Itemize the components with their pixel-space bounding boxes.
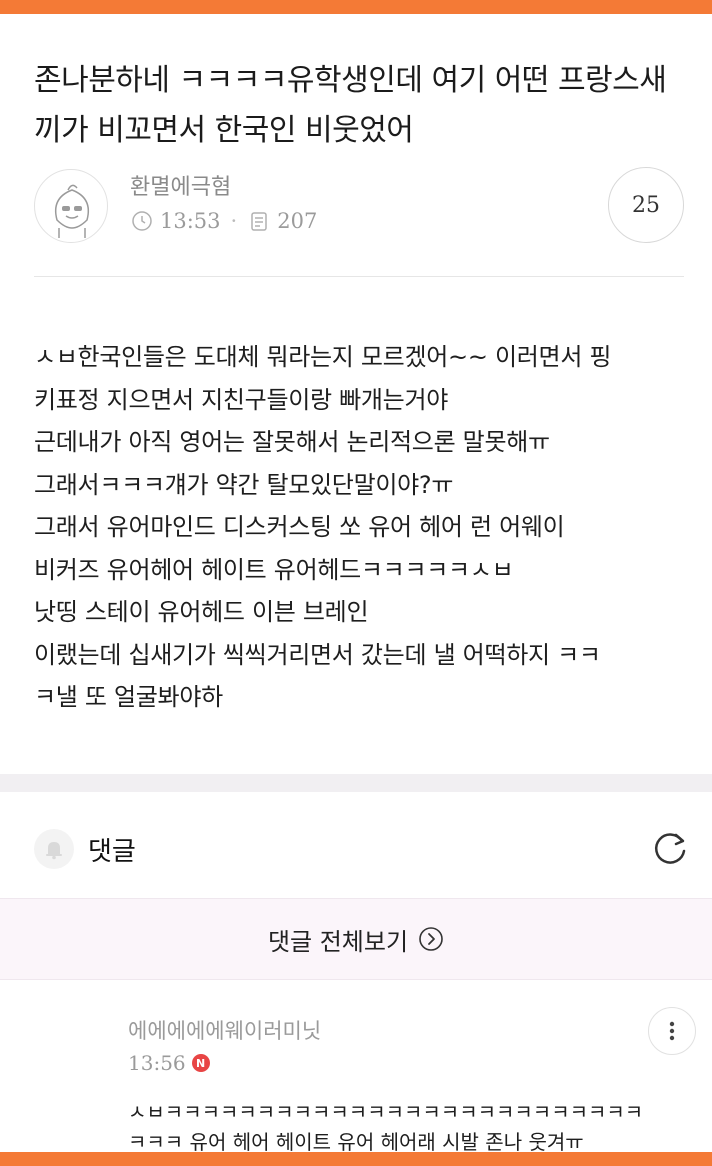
comment-text: ㅅㅂㅋㅋㅋㅋㅋㅋㅋㅋㅋㅋㅋㅋㅋㅋㅋㅋㅋㅋㅋㅋㅋㅋㅋㅋㅋㅋ ㅋㅋㅋ 유어 헤어 헤… <box>128 1097 688 1157</box>
comments-header: 댓글 <box>34 825 694 875</box>
comment-time-row: 13:56 N <box>128 1051 210 1075</box>
meta-separator: · <box>230 209 238 233</box>
post-body-line: 낫띵 스테이 유어헤드 이븐 브레인 <box>34 598 369 626</box>
post-time: 13:53 <box>160 209 221 233</box>
post-body-line: ㅋ낼 또 얼굴봐야하 <box>34 683 223 711</box>
bottom-accent-bar <box>0 1152 712 1166</box>
refresh-icon[interactable] <box>648 827 692 871</box>
post-body-line: 그래서ㅋㅋㅋ걔가 약간 탈모있단말이야?ㅠ <box>34 470 454 499</box>
post-body-line: 비커즈 유어헤어 헤이트 유어헤드ㅋㅋㅋㅋㅋㅅㅂ <box>34 555 514 584</box>
post-body-line: 근데내가 아직 영어는 잘못해서 논리적으론 말못해ㅠ <box>34 428 550 456</box>
post-body-line: 이랬는데 십새기가 씩씩거리면서 갔는데 낼 어떡하지 ㅋㅋ <box>34 640 601 669</box>
avatar-character-icon <box>54 184 90 238</box>
top-accent-bar <box>0 0 712 14</box>
comment-item: 에에에에에웨이러미닛 13:56 N ㅅㅂㅋㅋㅋㅋㅋㅋㅋㅋㅋㅋㅋㅋㅋㅋㅋㅋㅋㅋㅋ… <box>0 1005 712 1155</box>
author-name[interactable]: 환멸에극혐 <box>130 169 231 201</box>
more-vertical-icon[interactable] <box>648 1007 696 1055</box>
document-icon <box>247 209 271 233</box>
comments-label: 댓글 <box>88 837 136 867</box>
view-all-comments-button[interactable]: 댓글 전체보기 <box>0 898 712 980</box>
post-body-line: 그래서 유어마인드 디스커스팅 쏘 유어 헤어 런 어웨이 <box>34 513 565 541</box>
clock-icon <box>130 209 154 233</box>
comment-text-line: ㅅㅂㅋㅋㅋㅋㅋㅋㅋㅋㅋㅋㅋㅋㅋㅋㅋㅋㅋㅋㅋㅋㅋㅋㅋㅋㅋㅋ <box>128 1100 644 1124</box>
chevron-right-circle-icon <box>418 926 444 952</box>
post-body-line: 키표정 지으면서 지친구들이랑 빠개는거야 <box>34 385 449 414</box>
post-body: ㅅㅂ한국인들은 도대체 뭐라는지 모르겠어~~ 이러면서 핑 키표정 지으면서 … <box>34 336 694 719</box>
avatar[interactable] <box>34 169 108 243</box>
post-body-line: ㅅㅂ한국인들은 도대체 뭐라는지 모르겠어~~ 이러면서 핑 <box>34 343 612 371</box>
author-row: 환멸에극혐 13:53 · 207 25 <box>34 165 684 245</box>
view-all-comments-label: 댓글 전체보기 <box>267 927 409 956</box>
bell-icon <box>34 829 74 869</box>
view-count: 207 <box>277 209 318 233</box>
comment-author[interactable]: 에에에에에웨이러미닛 <box>128 1015 321 1045</box>
post-meta: 13:53 · 207 <box>130 209 317 233</box>
new-badge: N <box>191 1054 210 1072</box>
comment-time: 13:56 <box>128 1051 186 1075</box>
divider <box>34 276 684 277</box>
comment-count-button[interactable]: 25 <box>608 167 684 243</box>
post-title: 존나분하네 ㅋㅋㅋㅋ유학생인데 여기 어떤 프랑스새끼가 비꼬면서 한국인 비웃… <box>34 63 667 148</box>
section-separator <box>0 774 712 792</box>
